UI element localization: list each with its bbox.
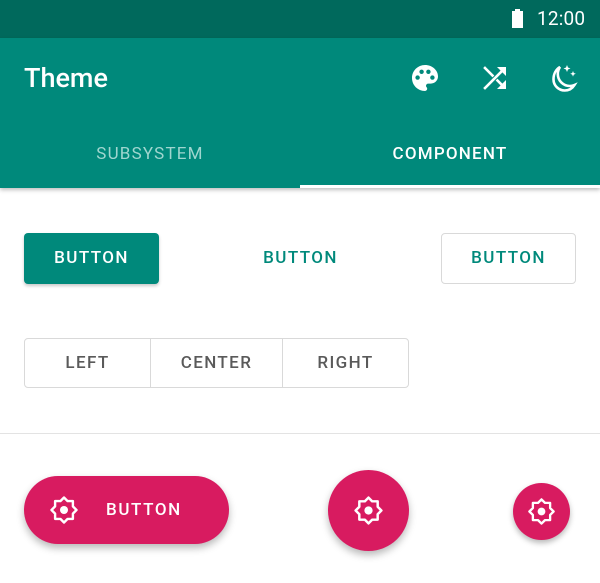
brightness-icon [352,494,385,527]
night-mode-button[interactable] [543,58,583,98]
palette-button[interactable] [405,58,445,98]
shuffle-button[interactable] [475,58,515,98]
shuffle-icon [475,58,515,98]
tab-component[interactable]: COMPONENT [300,128,600,188]
mini-fab-button[interactable] [513,483,570,540]
screen: 12:00 Theme SUBSYSTEM COMPONENT BUTTON B… [0,0,600,583]
brightness-icon [48,494,80,526]
app-bar: Theme SUBSYSTEM COMPONENT [0,38,600,188]
tab-bar: SUBSYSTEM COMPONENT [0,128,600,188]
contained-button[interactable]: BUTTON [24,233,159,284]
toggle-right[interactable]: RIGHT [283,339,408,387]
divider [0,433,600,434]
palette-icon [405,58,445,98]
toggle-left[interactable]: LEFT [25,339,151,387]
toggle-center[interactable]: CENTER [151,339,283,387]
extended-fab-label: BUTTON [106,500,182,520]
fab-button[interactable] [328,470,409,551]
extended-fab[interactable]: BUTTON [24,476,229,544]
tab-subsystem[interactable]: SUBSYSTEM [0,128,300,188]
tab-indicator [300,185,600,188]
outlined-button[interactable]: BUTTON [441,233,576,284]
brightness-icon [526,496,557,527]
page-title: Theme [24,62,108,94]
text-button[interactable]: BUTTON [235,233,366,284]
night-mode-icon [543,58,583,98]
status-bar: 12:00 [0,0,600,38]
status-time: 12:00 [537,7,586,30]
toggle-button-group: LEFT CENTER RIGHT [24,338,409,388]
battery-full-icon [512,9,523,28]
